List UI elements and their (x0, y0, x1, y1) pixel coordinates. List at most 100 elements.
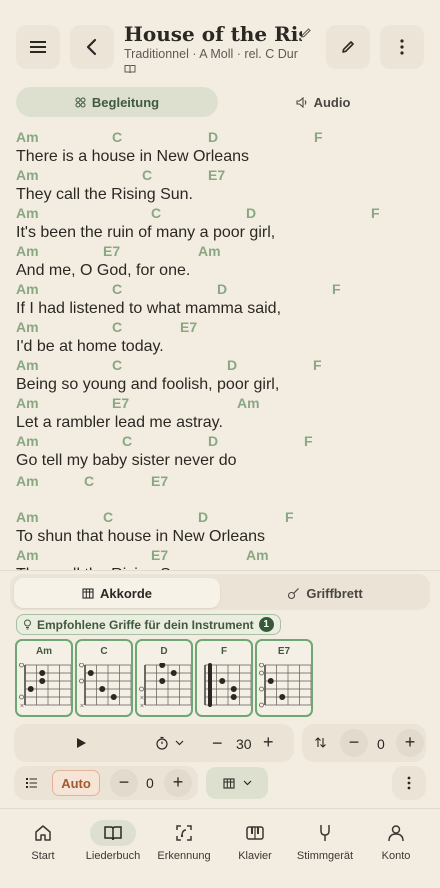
chord-symbol[interactable]: E7 (151, 547, 168, 563)
chord-symbol[interactable]: Am (16, 509, 39, 525)
chord-line: Am C D F (0, 433, 440, 451)
play-icon[interactable] (75, 737, 87, 749)
chord-symbol[interactable]: Am (237, 395, 260, 411)
nav-label: Stimmgerät (296, 850, 354, 862)
chord-line: Am C D F (0, 357, 440, 375)
tab-chords[interactable]: Akkorde (14, 578, 220, 608)
chord-symbol[interactable]: C (142, 167, 152, 183)
chord-symbol[interactable]: F (313, 357, 322, 373)
chord-line: Am C D F (0, 281, 440, 299)
chord-symbol[interactable]: C (112, 129, 122, 145)
transpose-value: 0 (377, 736, 385, 752)
svg-text:×: × (140, 703, 145, 710)
chord-symbol[interactable]: Am (16, 433, 39, 449)
svg-text:×: × (80, 703, 85, 710)
list-view-icon[interactable] (25, 777, 38, 789)
chord-symbol[interactable]: Am (16, 395, 39, 411)
pencil-icon (342, 41, 354, 53)
chord-symbol[interactable]: Am (16, 473, 39, 489)
chevron-down-icon[interactable] (175, 740, 184, 746)
edit-title-icon[interactable] (300, 27, 312, 39)
chord-style-dropdown[interactable] (206, 767, 268, 799)
chord-line: Am C D F (0, 205, 440, 223)
chord-symbol[interactable]: Am (198, 243, 221, 259)
svg-text:×: × (20, 703, 25, 710)
chord-symbol[interactable]: D (227, 357, 237, 373)
chord-symbol[interactable]: Am (16, 357, 39, 373)
chevron-down-icon (243, 780, 251, 786)
chord-diagram-card[interactable]: C × (75, 639, 133, 717)
timer-icon[interactable] (155, 736, 169, 750)
chord-symbol[interactable]: Am (16, 547, 39, 563)
chord-symbol[interactable]: Am (16, 129, 39, 145)
chord-symbol[interactable]: C (112, 281, 122, 297)
chord-line: Am C D F (0, 509, 440, 527)
tab-accompaniment[interactable]: Begleitung (16, 87, 218, 117)
tab-fretboard[interactable]: Griffbrett (222, 578, 428, 608)
tempo-decrease-button[interactable]: − (212, 733, 223, 754)
tab-audio[interactable]: Audio (222, 87, 424, 117)
chord-symbol[interactable]: F (304, 433, 313, 449)
chord-diagram-card[interactable]: Am × (15, 639, 73, 717)
chord-diagram-card[interactable]: E7 (255, 639, 313, 717)
chord-symbol[interactable]: Am (16, 167, 39, 183)
tuning-fork-icon (285, 820, 365, 846)
chord-symbol[interactable]: D (208, 433, 218, 449)
chord-symbol[interactable]: D (198, 509, 208, 525)
chord-symbol[interactable]: F (314, 129, 323, 145)
songbook-icon[interactable] (124, 64, 136, 74)
chord-symbol[interactable]: D (246, 205, 256, 221)
chord-symbol[interactable]: E7 (151, 473, 168, 489)
home-icon (3, 820, 83, 846)
menu-button[interactable] (16, 25, 60, 69)
nav-label: Start (31, 850, 55, 862)
chord-diagram-card[interactable]: F (195, 639, 253, 717)
chord-symbol[interactable]: C (84, 473, 94, 489)
song-sheet[interactable]: Am C D F There is a house in New Orleans Am C E… (0, 125, 440, 570)
chord-symbol[interactable]: F (371, 205, 380, 221)
chord-symbol[interactable]: Am (246, 547, 269, 563)
chord-symbol[interactable]: E7 (180, 319, 197, 335)
chord-symbol[interactable]: Am (16, 319, 39, 335)
capo-value: 0 (146, 775, 154, 791)
chord-symbol[interactable]: F (332, 281, 341, 297)
chord-diagram-name: F (220, 646, 228, 657)
chord-symbol[interactable]: Am (16, 243, 39, 259)
chord-diagram (204, 663, 251, 707)
lyric-line: It's been the ruin of many a poor girl, (16, 224, 276, 241)
capo-increase-button[interactable]: + (164, 769, 192, 797)
lyric-line: If I had listened to what mamma said, (16, 300, 282, 317)
tempo-value: 30 (236, 736, 252, 752)
chord-symbol[interactable]: Am (16, 205, 39, 221)
chord-symbol[interactable]: D (208, 129, 218, 145)
chord-symbol[interactable]: D (217, 281, 227, 297)
chord-symbol[interactable]: C (122, 433, 132, 449)
chord-symbol[interactable]: Am (16, 281, 39, 297)
tab-audio-label: Audio (313, 94, 351, 110)
more-button[interactable] (380, 25, 424, 69)
lyric-line: Being so young and foolish, poor girl, (16, 376, 280, 393)
chord-symbol[interactable]: C (151, 205, 161, 221)
auto-scroll-toggle[interactable]: Auto (52, 770, 100, 796)
panel-more-button[interactable] (392, 766, 426, 800)
transpose-up-button[interactable]: + (396, 729, 424, 757)
more-vertical-icon (407, 776, 411, 790)
more-vertical-icon (400, 39, 404, 55)
chord-symbol[interactable]: C (103, 509, 113, 525)
transpose-down-button[interactable]: − (340, 729, 368, 757)
edit-button[interactable] (326, 25, 370, 69)
chord-symbol[interactable]: E7 (112, 395, 129, 411)
chord-grid-icon (82, 587, 94, 599)
tempo-increase-button[interactable]: + (263, 732, 274, 753)
chord-symbol[interactable]: C (112, 357, 122, 373)
back-button[interactable] (70, 25, 114, 69)
chord-symbol[interactable]: E7 (208, 167, 225, 183)
capo-decrease-button[interactable]: − (110, 769, 138, 797)
chord-diagram-card[interactable]: D × × (135, 639, 193, 717)
chord-line: Am E7 Am (0, 547, 440, 565)
chord-symbol[interactable]: C (112, 319, 122, 335)
chord-diagram: × (19, 663, 71, 710)
recommended-grips-chip[interactable]: Empfohlene Griffe für dein Instrument 1 (16, 614, 281, 635)
chord-symbol[interactable]: E7 (103, 243, 120, 259)
chord-symbol[interactable]: F (285, 509, 294, 525)
